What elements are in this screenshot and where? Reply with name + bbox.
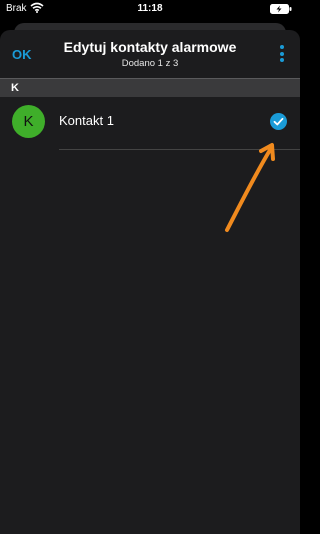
navigation-bar: OK Edytuj kontakty alarmowe Dodano 1 z 3: [0, 30, 300, 78]
checkmark-icon[interactable]: [270, 113, 287, 130]
page-subtitle: Dodano 1 z 3: [121, 58, 179, 69]
contact-name: Kontakt 1: [59, 113, 114, 128]
more-vertical-icon[interactable]: [278, 45, 286, 65]
contact-row[interactable]: K Kontakt 1: [0, 97, 300, 147]
modal-sheet: OK Edytuj kontakty alarmowe Dodano 1 z 3…: [0, 30, 300, 534]
page-title: Edytuj kontakty alarmowe: [63, 39, 237, 55]
status-time: 11:18: [137, 3, 163, 14]
section-header: K: [0, 78, 300, 97]
avatar: K: [12, 105, 45, 138]
status-bar: Brak 11:18: [0, 0, 300, 22]
battery-charging-icon: [270, 4, 292, 17]
row-divider: [59, 149, 300, 150]
